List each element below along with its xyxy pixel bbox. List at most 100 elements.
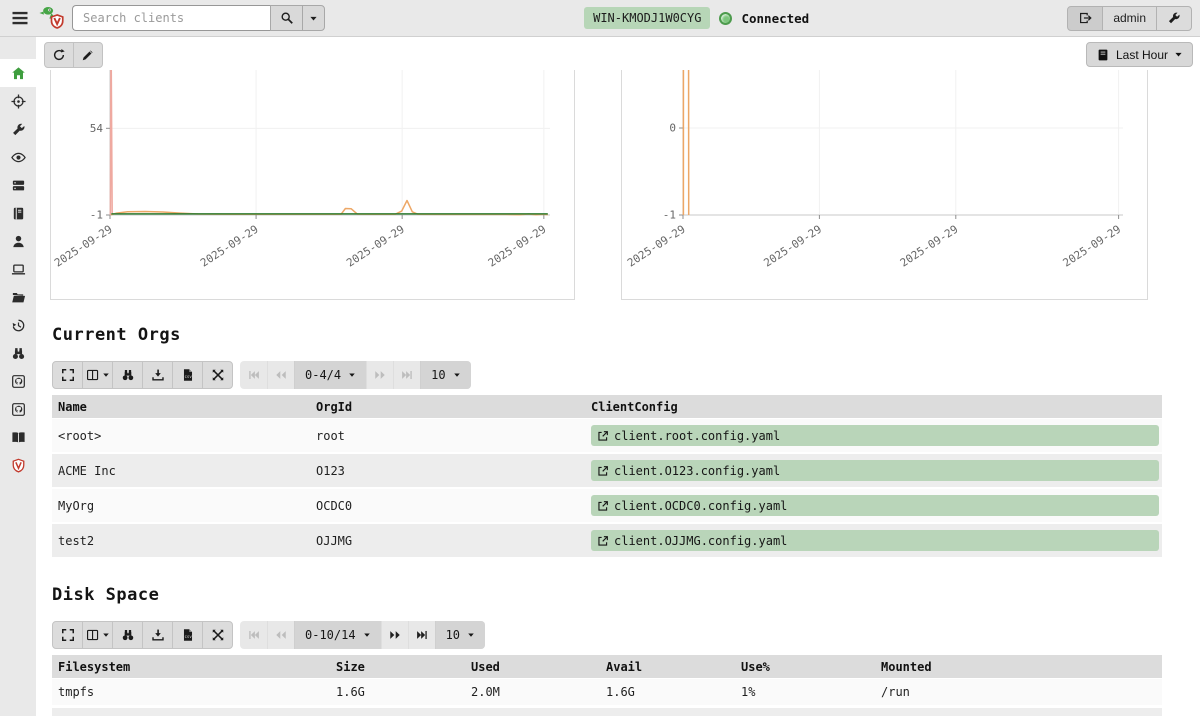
download-json-button[interactable] (142, 621, 173, 649)
last-page-button[interactable] (393, 361, 420, 389)
sidebar-item-documentation[interactable] (0, 423, 36, 451)
dashboard-actions (44, 42, 103, 68)
column-header-orgid[interactable]: OrgId (310, 400, 585, 414)
logout-button[interactable] (1067, 6, 1103, 31)
svg-text:csv: csv (184, 374, 192, 379)
user-menu-button[interactable]: admin (1102, 6, 1157, 31)
column-header-used[interactable]: Used (465, 660, 600, 674)
orgs-toolbar: csv 0-4/4 10 (52, 361, 471, 389)
external-link-icon (597, 430, 609, 442)
refresh-icon (52, 48, 66, 62)
org-table-row: ACME IncO123client.O123.config.yaml (52, 454, 1162, 489)
client-config-download-button[interactable]: client.OJJMG.config.yaml (591, 530, 1159, 551)
sidebar-item-notebooks[interactable] (0, 199, 36, 227)
connection-status-dot (719, 12, 732, 25)
time-range-dropdown[interactable]: Last Hour (1086, 42, 1193, 67)
download-json-button[interactable] (142, 361, 173, 389)
filter-button[interactable] (112, 361, 143, 389)
sidebar-item-client-overview[interactable] (0, 255, 36, 283)
download-csv-button[interactable]: csv (172, 621, 203, 649)
column-selector-button[interactable] (82, 361, 113, 389)
sidebar-item-home[interactable] (0, 59, 36, 87)
svg-text:csv: csv (184, 634, 192, 639)
transpose-button[interactable] (202, 621, 233, 649)
disk-used-cell: 2.0M (465, 685, 600, 699)
client-config-download-button[interactable]: client.OCDC0.config.yaml (591, 495, 1159, 516)
main-content: Last Hour 54-12025-09-292025-09-292025-0… (36, 37, 1200, 716)
org-config-cell: client.OJJMG.config.yaml (585, 530, 1162, 551)
pencil-icon (81, 48, 95, 62)
search-button[interactable] (270, 5, 303, 31)
page-size-dropdown[interactable]: 10 (420, 361, 470, 389)
svg-text:2025-09-29: 2025-09-29 (52, 223, 115, 270)
person-icon (11, 234, 26, 249)
page-range-dropdown[interactable]: 0-10/14 (294, 621, 381, 649)
edit-dashboard-button[interactable] (73, 42, 103, 68)
sidebar-item-report-bug[interactable] (0, 395, 36, 423)
first-page-button[interactable] (240, 361, 267, 389)
first-page-button[interactable] (240, 621, 267, 649)
page-size-label: 10 (431, 368, 445, 382)
client-hostname-badge[interactable]: WIN-KMODJ1W0CYG (584, 7, 710, 29)
fullscreen-button[interactable] (52, 621, 83, 649)
timeseries-chart: 54-12025-09-292025-09-292025-09-292025-0… (51, 70, 574, 299)
client-config-filename: client.OCDC0.config.yaml (614, 499, 787, 513)
filter-button[interactable] (112, 621, 143, 649)
fullscreen-icon (61, 368, 75, 382)
column-header-avail[interactable]: Avail (600, 660, 735, 674)
page-range-dropdown[interactable]: 0-4/4 (294, 361, 366, 389)
page-size-dropdown[interactable]: 10 (435, 621, 485, 649)
sidebar-item-host-information[interactable] (0, 227, 36, 255)
disk-table-header: Filesystem Size Used Avail Use% Mounted (52, 655, 1162, 679)
columns-icon (86, 628, 100, 642)
column-header-usepct[interactable]: Use% (735, 660, 875, 674)
disk-avail-cell: 1.6G (600, 685, 735, 699)
column-header-name[interactable]: Name (52, 400, 310, 414)
search-input[interactable] (72, 5, 270, 31)
sidebar-item-client-events[interactable] (0, 339, 36, 367)
columns-icon (86, 368, 100, 382)
org-name-cell: MyOrg (52, 499, 310, 513)
svg-text:2025-09-29: 2025-09-29 (625, 223, 688, 270)
journal-icon (11, 206, 26, 221)
previous-page-button[interactable] (267, 621, 294, 649)
svg-text:-1: -1 (90, 209, 103, 222)
chevron-down-icon (467, 631, 475, 639)
disk-mounted-cell: /run (875, 685, 1162, 699)
client-config-download-button[interactable]: client.root.config.yaml (591, 425, 1159, 446)
last-page-button[interactable] (408, 621, 435, 649)
sidebar-item-collected-artifacts[interactable] (0, 311, 36, 339)
client-config-download-button[interactable]: client.O123.config.yaml (591, 460, 1159, 481)
sidebar-item-velociraptor-site[interactable] (0, 451, 36, 479)
hamburger-menu-button[interactable] (10, 8, 30, 28)
column-header-filesystem[interactable]: Filesystem (52, 660, 330, 674)
sidebar-item-server-artifacts[interactable] (0, 171, 36, 199)
column-selector-button[interactable] (82, 621, 113, 649)
fullscreen-button[interactable] (52, 361, 83, 389)
download-csv-button[interactable]: csv (172, 361, 203, 389)
sidebar-item-virtual-filesystem[interactable] (0, 283, 36, 311)
column-header-mounted[interactable]: Mounted (875, 660, 1162, 674)
next-page-button[interactable] (381, 621, 408, 649)
column-header-size[interactable]: Size (330, 660, 465, 674)
sidebar-item-view-artifacts[interactable] (0, 115, 36, 143)
chart-panel-left: 54-12025-09-292025-09-292025-09-292025-0… (50, 70, 575, 300)
external-link-icon (597, 465, 609, 477)
binoculars-icon (121, 368, 135, 382)
sidebar-item-server-events[interactable] (0, 143, 36, 171)
chevron-down-icon (309, 14, 318, 23)
column-header-clientconfig[interactable]: ClientConfig (585, 400, 1162, 414)
github-icon (11, 402, 26, 417)
previous-page-button[interactable] (267, 361, 294, 389)
search-options-dropdown-button[interactable] (302, 5, 325, 31)
csv-file-icon: csv (181, 628, 195, 642)
sidebar-item-hunt-manager[interactable] (0, 87, 36, 115)
laptop-icon (11, 262, 26, 277)
sidebar-item-github-repo[interactable] (0, 367, 36, 395)
transpose-icon (211, 368, 225, 382)
transpose-button[interactable] (202, 361, 233, 389)
next-page-button[interactable] (366, 361, 393, 389)
refresh-dashboard-button[interactable] (44, 42, 74, 68)
page-range-label: 0-4/4 (305, 368, 341, 382)
settings-button[interactable] (1156, 6, 1192, 31)
